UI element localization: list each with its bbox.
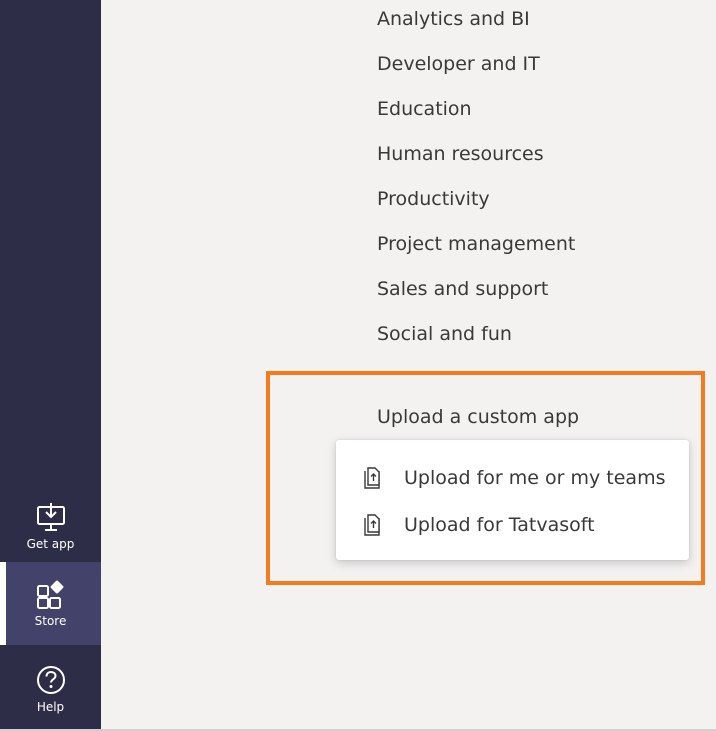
menu-item-label: Upload for Tatvasoft	[404, 514, 595, 536]
category-item-social[interactable]: Social and fun	[377, 323, 512, 345]
upload-file-icon	[360, 512, 384, 538]
rail-item-label: Store	[34, 613, 67, 628]
category-item-hr[interactable]: Human resources	[377, 143, 544, 165]
help-circle-icon	[35, 664, 67, 696]
rail-item-help[interactable]: Help	[0, 650, 101, 728]
upload-file-icon	[360, 465, 384, 491]
category-item-analytics[interactable]: Analytics and BI	[377, 8, 530, 30]
app-rail: Get app Store Help	[0, 0, 101, 731]
category-item-sales[interactable]: Sales and support	[377, 278, 548, 300]
rail-item-store[interactable]: Store	[0, 562, 101, 645]
store-apps-icon	[35, 580, 67, 610]
category-item-project-mgmt[interactable]: Project management	[377, 233, 575, 255]
menu-item-label: Upload for me or my teams	[404, 467, 666, 489]
menu-item-upload-for-org[interactable]: Upload for Tatvasoft	[336, 502, 689, 548]
rail-item-get-app[interactable]: Get app	[0, 488, 101, 566]
rail-item-label: Help	[36, 700, 65, 714]
category-item-developer[interactable]: Developer and IT	[377, 53, 540, 75]
active-indicator	[0, 562, 6, 645]
upload-custom-app-link[interactable]: Upload a custom app	[377, 406, 579, 428]
upload-flyout-menu: Upload for me or my teams Upload for Tat…	[336, 440, 689, 560]
menu-item-upload-for-me[interactable]: Upload for me or my teams	[336, 455, 689, 501]
category-item-education[interactable]: Education	[377, 98, 472, 120]
rail-item-label: Get app	[26, 537, 75, 551]
download-monitor-icon	[35, 503, 67, 533]
category-item-productivity[interactable]: Productivity	[377, 188, 490, 210]
